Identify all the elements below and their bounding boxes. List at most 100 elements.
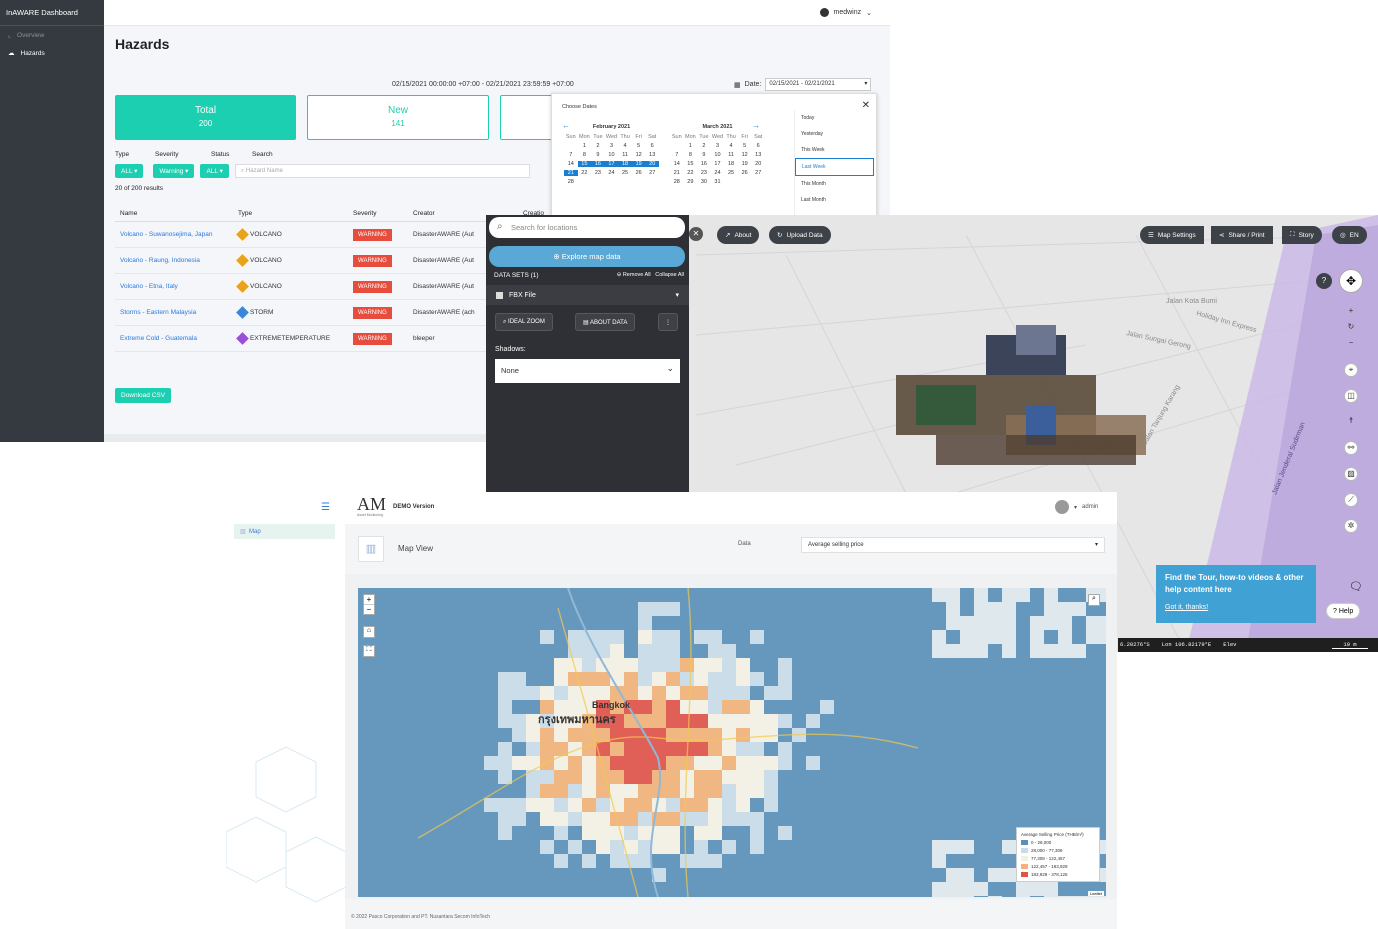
zoom-out-icon[interactable]: −	[1344, 337, 1358, 351]
day-cell[interactable]: 25	[618, 170, 632, 176]
day-cell[interactable]: 14	[670, 161, 684, 167]
sidebar-item-overview[interactable]: ⌞ Overview	[0, 26, 104, 44]
day-cell[interactable]: 5	[632, 143, 646, 149]
feedback-icon[interactable]: 🗨	[1349, 580, 1363, 593]
day-cell[interactable]: 11	[618, 152, 632, 158]
more-options-button[interactable]: ⋮	[658, 313, 678, 331]
day-cell[interactable]: 20	[751, 161, 765, 167]
day-cell[interactable]: 27	[751, 170, 765, 176]
type-dropdown[interactable]: ALL ▾	[115, 164, 144, 178]
zoom-in-icon[interactable]: +	[1344, 305, 1358, 319]
settings-icon[interactable]: ✲	[1344, 519, 1358, 533]
dataset-item[interactable]: FBX File ▾	[486, 285, 689, 305]
table-row[interactable]: Volcano - Etna, Italy VOLCANO WARNING Di…	[115, 273, 549, 300]
locate-icon[interactable]: ⌖	[1344, 363, 1358, 377]
location-search-input[interactable]: ⌕ Search for locations	[489, 217, 685, 238]
about-data-button[interactable]: ▤ ABOUT DATA	[575, 313, 636, 331]
table-row[interactable]: Volcano - Raung, Indonesia VOLCANO WARNI…	[115, 247, 549, 274]
day-cell[interactable]: 30	[697, 179, 711, 185]
reset-view-icon[interactable]: ↻	[1344, 321, 1358, 335]
close-panel-icon[interactable]: ✕	[689, 227, 703, 241]
day-cell[interactable]: 29	[684, 179, 698, 185]
day-cell[interactable]: 26	[632, 170, 646, 176]
explore-map-data-button[interactable]: ⊕ Explore map data	[489, 246, 685, 267]
day-cell[interactable]: 20	[645, 161, 659, 167]
zoom-out-button[interactable]: −	[364, 605, 374, 614]
day-cell[interactable]: 23	[697, 170, 711, 176]
day-cell[interactable]: 8	[578, 152, 592, 158]
preset-option[interactable]: This Month	[795, 176, 874, 192]
day-cell[interactable]: 2	[697, 143, 711, 149]
search-icon[interactable]: ⌕	[1088, 594, 1100, 606]
day-cell[interactable]: 6	[751, 143, 765, 149]
about-button[interactable]: ↗ About	[717, 226, 760, 244]
date-picker[interactable]: ▦ Date: 02/15/2021 - 02/21/2021 ▾	[734, 78, 872, 91]
search-input[interactable]: ⌕ Hazard Name	[234, 164, 530, 178]
day-cell[interactable]: 6	[645, 143, 659, 149]
day-cell[interactable]: 4	[618, 143, 632, 149]
ruler-icon[interactable]: ⟋	[1344, 493, 1358, 507]
new-card[interactable]: New 141	[307, 95, 489, 140]
hazard-name-link[interactable]: Extreme Cold - Guatemala	[115, 325, 233, 352]
user-menu[interactable]: ▾ admin	[1055, 500, 1098, 514]
day-cell[interactable]: 7	[670, 152, 684, 158]
home-icon[interactable]: ⌂	[363, 626, 375, 638]
day-cell[interactable]: 21	[670, 170, 684, 176]
preset-option[interactable]: This Week	[795, 142, 874, 158]
day-cell[interactable]: 31	[711, 179, 725, 185]
preset-option[interactable]: Yesterday	[795, 126, 874, 142]
day-cell[interactable]: 24	[605, 170, 619, 176]
hazard-name-link[interactable]: Volcano - Suwanosejima, Japan	[115, 221, 233, 248]
day-cell[interactable]: 12	[738, 152, 752, 158]
language-button[interactable]: ◎ EN	[1332, 226, 1367, 244]
help-question-icon[interactable]: ?	[1316, 273, 1332, 289]
compass-icon[interactable]: ✥	[1339, 269, 1363, 293]
day-cell[interactable]: 24	[711, 170, 725, 176]
day-cell[interactable]: 13	[751, 152, 765, 158]
day-cell[interactable]: 19	[738, 161, 752, 167]
download-csv-button[interactable]: Download CSV	[115, 388, 172, 403]
day-cell[interactable]: 28	[564, 179, 578, 185]
day-cell[interactable]: 10	[711, 152, 725, 158]
day-cell[interactable]: 28	[670, 179, 684, 185]
day-cell[interactable]: 8	[684, 152, 698, 158]
hazard-name-link[interactable]: Volcano - Etna, Italy	[115, 273, 233, 300]
choropleth-map[interactable]: Bangkok กรุงเทพมหานคร + − ⌂ ⛶ ⌕ Average …	[358, 588, 1106, 897]
day-cell[interactable]: 9	[697, 152, 711, 158]
hazard-name-link[interactable]: Volcano - Raung, Indonesia	[115, 247, 233, 274]
date-input[interactable]: 02/15/2021 - 02/21/2021 ▾	[765, 78, 872, 91]
day-cell[interactable]: 26	[738, 170, 752, 176]
data-select[interactable]: Average selling price ▾	[801, 537, 1105, 553]
day-cell[interactable]: 13	[645, 152, 659, 158]
day-cell[interactable]: 12	[632, 152, 646, 158]
status-dropdown[interactable]: ALL ▾	[200, 164, 229, 178]
day-cell[interactable]: 18	[724, 161, 738, 167]
day-cell[interactable]: 17	[604, 161, 619, 167]
checkbox[interactable]	[496, 291, 503, 299]
day-cell[interactable]: 15	[577, 161, 592, 167]
caret-down-icon[interactable]: ▾	[675, 291, 679, 299]
preset-option[interactable]: Last Week	[795, 158, 874, 176]
pedestrian-icon[interactable]: ☨	[1344, 415, 1358, 429]
day-cell[interactable]: 4	[724, 143, 738, 149]
hazard-name-link[interactable]: Storms - Eastern Malaysia	[115, 299, 233, 326]
split-view-icon[interactable]: ◫	[1344, 389, 1358, 403]
upload-data-button[interactable]: ↻ Upload Data	[769, 226, 831, 244]
day-cell[interactable]: 5	[738, 143, 752, 149]
day-cell[interactable]: 16	[591, 161, 605, 167]
day-cell[interactable]: 14	[564, 161, 578, 167]
measure-icon[interactable]: ⚯	[1344, 441, 1358, 455]
remove-all-button[interactable]: ⊖ Remove All	[617, 272, 651, 278]
day-cell[interactable]: 10	[605, 152, 619, 158]
table-row[interactable]: Storms - Eastern Malaysia STORM WARNING …	[115, 299, 549, 326]
preset-option[interactable]: Last Month	[795, 192, 874, 208]
day-cell[interactable]: 1	[578, 143, 592, 149]
day-cell[interactable]: 1	[684, 143, 698, 149]
attribution-link[interactable]: Leaflet	[1087, 891, 1104, 896]
sidebar-item-map[interactable]: ▥ Map	[234, 524, 335, 539]
day-cell[interactable]: 3	[605, 143, 619, 149]
day-cell[interactable]: 22	[684, 170, 698, 176]
day-cell[interactable]: 21	[564, 170, 578, 176]
day-cell[interactable]: 2	[591, 143, 605, 149]
day-cell[interactable]: 22	[578, 170, 592, 176]
